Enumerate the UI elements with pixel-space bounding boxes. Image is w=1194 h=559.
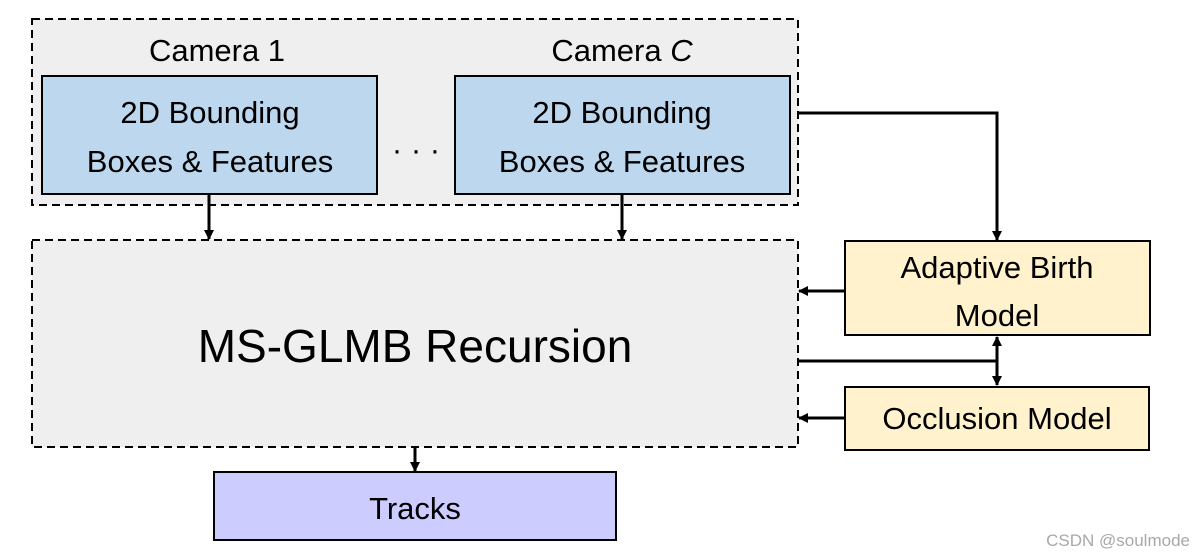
diagram: Camera 1 Camera C 2D Bounding Boxes & Fe… [31,18,1190,550]
birth-model-line1: Adaptive Birth [901,250,1094,285]
camera-1-box-line2: Boxes & Features [87,144,333,179]
tracks-label: Tracks [369,491,461,526]
camera-1-label: Camera 1 [149,33,285,68]
occlusion-model-label: Occlusion Model [882,401,1111,436]
camera-c-box-line1: 2D Bounding [532,95,711,130]
camera-c-label: Camera C [551,33,693,68]
camera-c-box-line2: Boxes & Features [499,144,745,179]
watermark: CSDN @soulmode [1046,531,1190,550]
ellipsis: · · · [392,132,440,167]
arrow-camerac-to-birth [798,111,1002,241]
camera-1-box-line1: 2D Bounding [120,95,299,130]
birth-model-line2: Model [955,298,1039,333]
recursion-label: MS-GLMB Recursion [198,320,633,372]
